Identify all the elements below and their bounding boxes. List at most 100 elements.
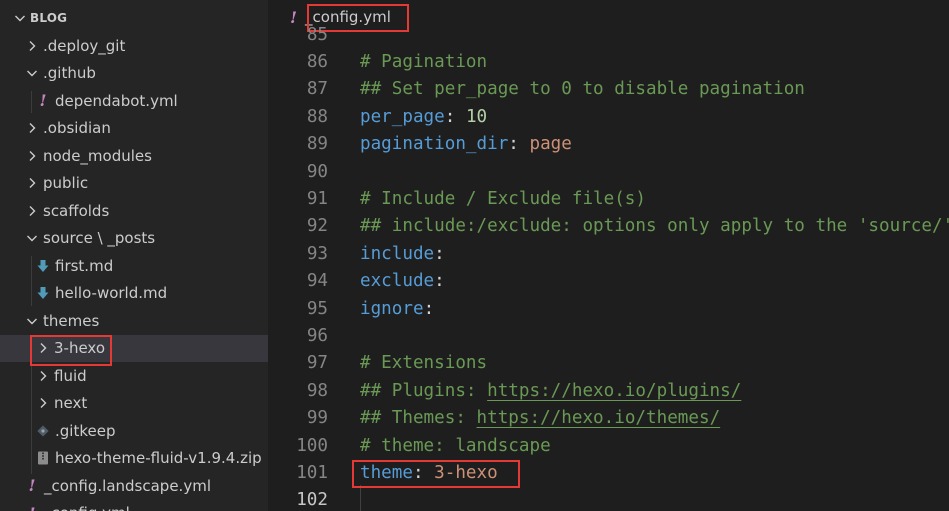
code-token: ignore <box>360 298 424 319</box>
explorer-item[interactable]: public <box>0 170 268 197</box>
explorer-item[interactable]: .obsidian <box>0 115 268 142</box>
indent-guide <box>31 91 32 113</box>
explorer-item[interactable]: .deploy_git <box>0 32 268 59</box>
explorer-item[interactable]: source \ _posts <box>0 225 268 252</box>
code-token: : <box>423 298 435 319</box>
chevron-right-icon <box>24 203 40 219</box>
code-token: ## Plugins: <box>360 380 488 401</box>
code-token: page <box>529 134 572 155</box>
line-number: 90 <box>306 161 328 182</box>
explorer-header[interactable]: BLOG <box>12 9 67 27</box>
explorer-item-label: scaffolds <box>43 201 110 220</box>
code-text: include: <box>360 244 445 264</box>
explorer-item[interactable]: 3-hexo <box>0 334 268 362</box>
code-line[interactable]: 97 # Extensions <box>268 350 949 377</box>
code-line[interactable]: 86 # Pagination <box>268 48 949 75</box>
explorer-item[interactable]: ! _config.yml <box>0 500 268 511</box>
code-line[interactable]: 100 # theme: landscape <box>268 432 949 459</box>
code-line[interactable]: 92 ## include:/exclude: options only appl… <box>268 213 949 240</box>
explorer-item[interactable]: fluid <box>0 362 268 389</box>
code-line[interactable]: 95 ignore: <box>268 295 949 322</box>
code-line[interactable]: 89 pagination_dir: page <box>268 131 949 158</box>
code-text: ## Plugins: https://hexo.io/plugins/ <box>360 381 741 401</box>
code-link[interactable]: https://hexo.io/plugins/ <box>487 381 741 401</box>
explorer-item[interactable]: next <box>0 390 268 417</box>
explorer-item[interactable]: ! _config.landscape.yml <box>0 472 268 499</box>
explorer-item-label: themes <box>43 311 100 330</box>
code-text: # Include / Exclude file(s) <box>360 189 646 209</box>
code-token: theme <box>360 463 413 484</box>
indent-guide <box>31 256 32 306</box>
line-number: 98 <box>306 380 328 401</box>
code-line[interactable]: 93 include: <box>268 240 949 267</box>
chevron-right-icon <box>35 395 51 411</box>
explorer-item[interactable]: themes <box>0 307 268 334</box>
code-token: : <box>412 463 435 484</box>
zip-file-icon <box>35 450 51 466</box>
code-token: ## Set per_page to 0 to disable paginati… <box>360 79 805 100</box>
chevron-down-icon <box>15 15 25 22</box>
code-line[interactable]: 96 <box>268 322 949 349</box>
line-number: 97 <box>306 353 328 374</box>
explorer-item-label: .deploy_git <box>43 36 126 55</box>
code-line[interactable]: 85 <box>268 21 949 48</box>
yaml-file-icon: ! <box>39 91 47 110</box>
explorer-item[interactable]: .github <box>0 60 268 87</box>
editor-pane: ! _config.yml 85 86 # Pagination 87 ## Set p… <box>268 0 949 511</box>
code-token: 3-hexo <box>434 463 498 484</box>
code-line[interactable]: 88 per_page: 10 <box>268 103 949 130</box>
yaml-file-icon: ! <box>28 476 36 495</box>
line-number: 87 <box>306 79 328 100</box>
explorer-item[interactable]: hello-world.md <box>0 280 268 307</box>
explorer-item[interactable]: hexo-theme-fluid-v1.9.4.zip <box>0 445 268 472</box>
code-token: per_page <box>360 106 445 127</box>
code-link[interactable]: https://hexo.io/themes/ <box>477 408 721 428</box>
code-line[interactable]: 87 ## Set per_page to 0 to disable pagina… <box>268 76 949 103</box>
code-line[interactable]: 98 ## Plugins: https://hexo.io/plugins/ <box>268 377 949 404</box>
explorer-item-label: first.md <box>55 256 114 275</box>
explorer-item[interactable]: node_modules <box>0 142 268 169</box>
code-line[interactable]: 94 exclude: <box>268 268 949 295</box>
code-token: ## Themes: <box>360 408 477 429</box>
explorer-item[interactable]: .gitkeep <box>0 417 268 444</box>
code-token: # Include / Exclude file(s) <box>360 189 646 210</box>
code-line[interactable]: 102 <box>268 487 949 511</box>
chevron-right-icon <box>24 148 40 164</box>
code-text: pagination_dir: page <box>360 134 572 154</box>
explorer-item-label: hexo-theme-fluid-v1.9.4.zip <box>55 449 262 467</box>
explorer-item-label: source \ _posts <box>43 229 156 247</box>
explorer-item-label: _config.landscape.yml <box>44 476 211 495</box>
markdown-file-icon <box>35 258 51 274</box>
chevron-right-icon <box>24 120 40 136</box>
line-number: 91 <box>306 189 328 210</box>
explorer-item-label: .obsidian <box>43 119 111 137</box>
explorer-title: BLOG <box>30 11 68 25</box>
line-number: 86 <box>306 52 328 73</box>
code-token: : <box>434 271 445 292</box>
code-token: 10 <box>465 106 488 127</box>
explorer-item-label: fluid <box>54 366 87 385</box>
code-line[interactable]: 101 theme: 3-hexo <box>268 459 949 486</box>
explorer-item[interactable]: ! dependabot.yml <box>0 87 268 114</box>
code-text: # Extensions <box>360 353 487 373</box>
explorer-item[interactable]: first.md <box>0 252 268 279</box>
code-line[interactable]: 91 # Include / Exclude file(s) <box>268 185 949 212</box>
code-line[interactable]: 99 ## Themes: https://hexo.io/themes/ <box>268 405 949 432</box>
code-line[interactable]: 90 <box>268 158 949 185</box>
yaml-file-icon: ! <box>24 504 40 511</box>
code-text: ## Set per_page to 0 to disable paginati… <box>360 79 805 99</box>
indent-guide <box>360 485 361 511</box>
code-token: # Extensions <box>360 353 488 374</box>
code-token: pagination_dir <box>360 134 509 155</box>
code-text: # theme: landscape <box>360 436 551 456</box>
code-token: : <box>434 243 445 264</box>
chevron-right-icon <box>24 38 40 54</box>
explorer-item-label: .gitkeep <box>55 421 116 440</box>
line-number: 95 <box>306 298 328 319</box>
line-number: 100 <box>296 435 328 456</box>
explorer-item-label: _config.yml <box>44 504 130 511</box>
explorer-item[interactable]: scaffolds <box>0 197 268 224</box>
git-file-icon <box>35 423 51 439</box>
explorer-item-label: .github <box>43 64 96 82</box>
explorer-item-label: hello-world.md <box>55 284 168 302</box>
